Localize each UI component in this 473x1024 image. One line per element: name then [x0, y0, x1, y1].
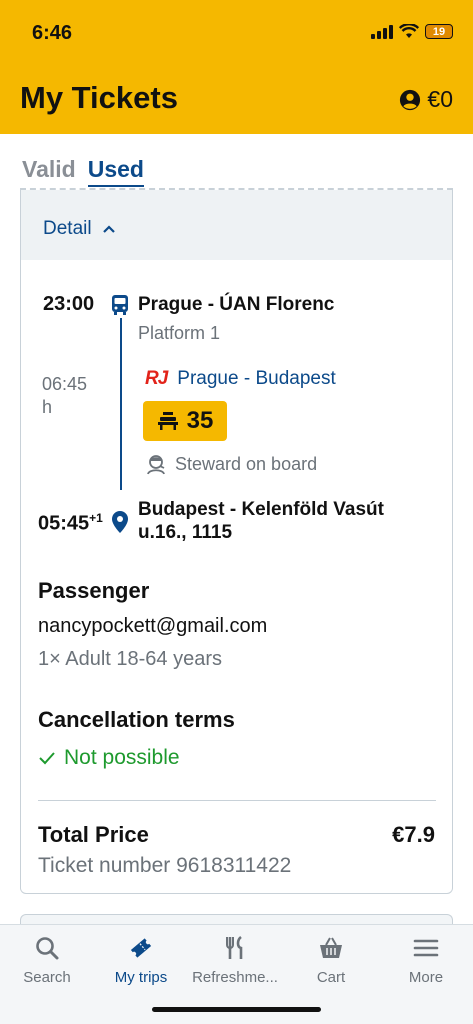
tab-refreshments[interactable]: Refreshme... [188, 935, 282, 986]
arrival-time: 05:45+1 [38, 511, 103, 536]
bus-icon [112, 295, 128, 315]
balance-value: €0 [427, 86, 453, 112]
arrival-station: Budapest - Kelenföld Vasút u.16., 1115 [138, 498, 384, 544]
cancellation-status-text: Not possible [64, 746, 180, 769]
tab-my-trips-label: My trips [114, 969, 168, 986]
seat-icon [157, 412, 178, 430]
menu-icon [413, 939, 439, 957]
chevron-up-icon [102, 225, 115, 233]
arrival-station-line2: u.16., 1115 [138, 522, 233, 543]
arrival-time-value: 05:45 [38, 512, 90, 535]
service-info: Steward on board [145, 453, 317, 475]
passenger-title: Passenger [38, 578, 150, 603]
basket-icon [320, 937, 342, 958]
cancellation-title: Cancellation terms [38, 707, 235, 732]
operator-route: RJ Prague - Budapest [145, 368, 336, 390]
cancellation-status: Not possible [38, 746, 180, 770]
tab-my-trips[interactable]: My trips [94, 935, 188, 986]
detail-label: Detail [43, 218, 92, 239]
tab-search[interactable]: Search [0, 935, 94, 986]
cutlery-icon [226, 935, 243, 959]
battery-icon: 19 [425, 24, 453, 39]
tab-more-label: More [408, 969, 444, 986]
departure-platform: Platform 1 [138, 323, 221, 343]
steward-icon [147, 455, 165, 475]
signal-icon [371, 24, 393, 39]
divider [38, 800, 436, 801]
tab-used[interactable]: Used [87, 156, 144, 187]
status-icons: 19 [371, 24, 453, 39]
seat-badge: 35 [143, 401, 227, 441]
departure-time: 23:00 [43, 293, 95, 315]
duration-value: 06:45 [42, 374, 88, 394]
tab-more[interactable]: More [379, 935, 473, 986]
location-pin-icon [112, 511, 128, 533]
service-label: Steward on board [175, 453, 318, 474]
ticket-card: Detail 23:00 Prague - ÚAN Florenc Platfo… [20, 188, 453, 894]
detail-toggle[interactable]: Detail [21, 190, 452, 260]
check-icon [39, 752, 55, 765]
total-price-value: €7.9 [392, 822, 435, 847]
total-price-label: Total Price [38, 822, 149, 847]
account-icon [400, 89, 421, 110]
page-title: My Tickets [20, 80, 178, 115]
ticket-icon [130, 938, 152, 958]
seat-number: 35 [186, 407, 214, 434]
tab-cart-label: Cart [316, 969, 346, 986]
operator-logo: RJ [145, 368, 168, 389]
status-time: 6:46 [32, 22, 73, 44]
passenger-type: 1× Adult 18-64 years [38, 648, 223, 670]
departure-station: Prague - ÚAN Florenc [138, 294, 335, 315]
route-name: Prague - Budapest [177, 368, 336, 389]
home-indicator[interactable] [152, 1007, 321, 1012]
ticket-number: Ticket number 9618311422 [38, 854, 292, 877]
tab-search-label: Search [23, 969, 71, 986]
account-balance[interactable]: €0 [399, 86, 453, 113]
ticket-tabs: Valid Used [22, 156, 144, 187]
tab-valid[interactable]: Valid [22, 156, 76, 187]
tab-cart[interactable]: Cart [284, 935, 378, 986]
wifi-icon [399, 24, 419, 38]
arrival-station-line1: Budapest - Kelenföld Vasút [138, 499, 384, 520]
app-header: 6:46 19 My Tickets €0 [0, 0, 473, 134]
arrival-day-offset: +1 [89, 511, 103, 525]
tab-refreshments-label: Refreshme... [192, 969, 278, 986]
passenger-email: nancypockett@gmail.com [38, 615, 268, 637]
duration-unit: h [42, 397, 53, 417]
detail-label-wrap: Detail [43, 218, 116, 240]
search-icon [36, 937, 59, 960]
route-line [120, 318, 122, 490]
